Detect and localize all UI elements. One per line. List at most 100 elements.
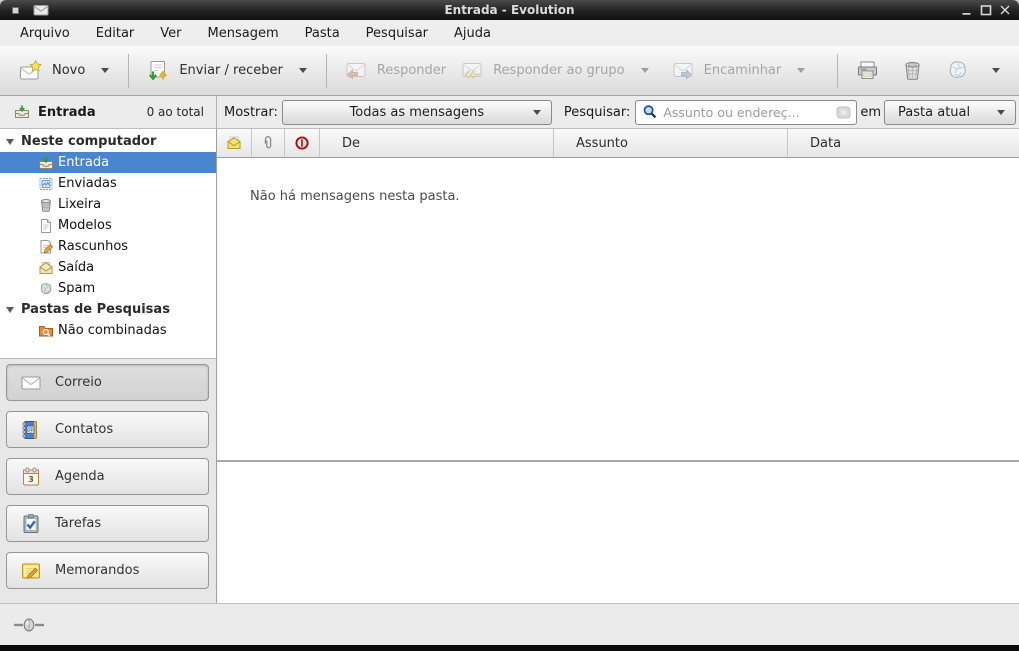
current-folder-info: Entrada 0 ao total [0,96,216,128]
sidebar-item-rascunhos[interactable]: Rascunhos [0,236,216,257]
menu-pasta[interactable]: Pasta [292,22,353,45]
toolbar-separator [837,54,838,88]
sidebar-item-label: Modelos [58,218,112,233]
calendar-icon: 3 [20,466,42,488]
window-menu-icon[interactable] [12,7,19,14]
sidebar-item-saida[interactable]: Saída [0,257,216,278]
read-status-icon [226,135,242,151]
chevron-down-icon [101,68,109,73]
message-count: 0 ao total [147,105,204,119]
window-title: Entrada - Evolution [0,3,1019,17]
print-icon [855,58,880,83]
toolbar-overflow-icon [992,68,1000,73]
menu-editar[interactable]: Editar [83,22,148,45]
switcher-label: Correio [55,375,102,390]
sidebar-item-spam[interactable]: Spam [0,278,216,299]
send-receive-icon [146,59,170,83]
menu-pesquisar[interactable]: Pesquisar [353,22,441,45]
preview-pane [217,462,1019,603]
menu-arquivo[interactable]: Arquivo [7,22,83,45]
column-de[interactable]: De [320,129,554,157]
forward-menu-button[interactable] [788,54,814,88]
send-receive-menu-button[interactable] [290,54,316,88]
contacts-icon: @ [20,419,42,441]
online-status-icon[interactable] [13,617,45,633]
folder-bar: Entrada 0 ao total Mostrar: Todas as men… [0,96,1019,129]
column-priority[interactable] [285,129,320,157]
switcher-label: Tarefas [55,516,101,531]
empty-folder-text: Não há mensagens nesta pasta. [250,189,460,204]
pesquisar-label: Pesquisar: [564,105,631,120]
switcher-memorandos-button[interactable]: Memorandos [6,552,209,589]
drafts-icon [38,239,54,255]
delete-button[interactable] [893,53,932,88]
toolbar-overflow-button[interactable] [983,54,1009,88]
send-receive-button[interactable]: Enviar / receber [139,53,290,89]
expander-icon[interactable] [6,307,14,313]
new-mail-icon [19,59,43,83]
mail-icon [20,372,42,394]
sidebar-item-enviadas[interactable]: Enviadas [0,173,216,194]
chevron-down-icon [533,110,541,115]
sidebar-item-label: Spam [58,281,95,296]
sidebar-item-modelos[interactable]: Modelos [0,215,216,236]
chevron-down-icon [797,68,805,73]
maximize-button[interactable] [978,3,993,18]
sidebar: Neste computador Entrada [0,129,216,603]
mostrar-label: Mostrar: [224,105,278,120]
toolbar: Novo Enviar / receber [0,46,1019,96]
print-button[interactable] [848,53,887,88]
column-label: De [342,136,360,151]
reply-button[interactable]: Responder [337,53,453,89]
column-data[interactable]: Data [788,129,1019,157]
em-label: em [860,105,881,120]
column-attachment[interactable] [252,129,285,157]
toolbar-separator [326,54,327,88]
switcher-contatos-button[interactable]: @ Contatos [6,411,209,448]
expander-icon[interactable] [6,139,14,145]
column-read-status[interactable] [217,129,252,157]
forward-button[interactable]: Encaminhar [664,53,789,89]
search-scope-dropdown[interactable]: Pasta atual [884,100,1016,125]
switcher-tarefas-button[interactable]: Tarefas [6,505,209,542]
close-button[interactable] [997,3,1012,18]
outbox-icon [38,260,54,276]
junk-button[interactable] [938,53,977,88]
templates-icon [38,218,54,234]
search-box [635,100,857,125]
minimize-button[interactable] [959,3,974,18]
forward-icon [671,59,695,83]
folder-group-pastas-de-pesquisas[interactable]: Pastas de Pesquisas [0,299,216,320]
reply-all-button[interactable]: Responder ao grupo [453,53,632,89]
sidebar-item-label: Lixeira [58,197,101,212]
folder-group-neste-computador[interactable]: Neste computador [0,131,216,152]
switcher-agenda-button[interactable]: 3 Agenda [6,458,209,495]
sent-icon [38,176,54,192]
new-message-menu-button[interactable] [92,54,118,88]
status-bar [0,603,1019,645]
chevron-down-icon [641,68,649,73]
svg-text:3: 3 [28,474,34,483]
inbox-icon [14,104,30,120]
inbox-icon [38,155,54,171]
send-receive-label: Enviar / receber [179,63,283,78]
column-label: Data [810,136,841,151]
message-filter-dropdown[interactable]: Todas as mensagens [282,100,552,125]
search-input[interactable] [663,105,831,120]
sidebar-item-nao-combinadas[interactable]: Não combinadas [0,320,216,341]
switcher-correio-button[interactable]: Correio [6,364,209,401]
chevron-down-icon [997,110,1005,115]
trash-icon [38,197,54,213]
menu-mensagem[interactable]: Mensagem [195,22,292,45]
menu-ajuda[interactable]: Ajuda [441,22,504,45]
sidebar-item-lixeira[interactable]: Lixeira [0,194,216,215]
tasks-icon [20,513,42,535]
reply-icon [344,59,368,83]
reply-all-menu-button[interactable] [632,54,658,88]
new-message-button[interactable]: Novo [12,53,92,89]
app-icon [33,2,49,18]
column-assunto[interactable]: Assunto [554,129,788,157]
clear-search-icon[interactable] [836,105,851,120]
menu-ver[interactable]: Ver [147,22,194,45]
sidebar-item-entrada[interactable]: Entrada [0,152,216,173]
